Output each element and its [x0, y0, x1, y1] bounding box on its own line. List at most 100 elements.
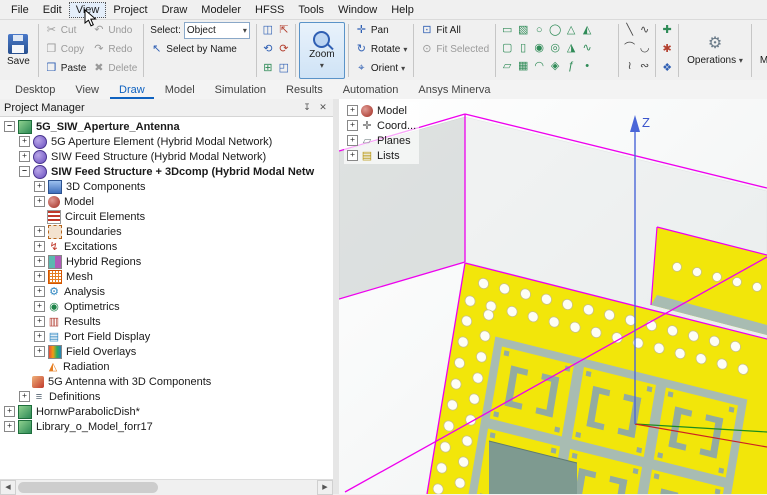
- expand-toggle[interactable]: +: [34, 346, 45, 357]
- expand-toggle[interactable]: +: [34, 196, 45, 207]
- save-button[interactable]: Save: [2, 21, 35, 80]
- expand-toggle[interactable]: +: [19, 136, 30, 147]
- draw-point-button[interactable]: •: [579, 57, 595, 75]
- draw-polyline-button[interactable]: ≀: [622, 57, 637, 75]
- expand-toggle[interactable]: +: [34, 181, 45, 192]
- menu-tools[interactable]: Tools: [291, 2, 331, 18]
- expand-toggle[interactable]: +: [347, 150, 358, 161]
- draw-plane-button[interactable]: ▱: [499, 57, 515, 75]
- operations-button[interactable]: ⚙ Operations ▾: [682, 21, 748, 80]
- draw-circle-button[interactable]: ○: [531, 21, 547, 39]
- paste-button[interactable]: ❒Paste: [42, 59, 90, 78]
- tree-item-3d-components[interactable]: +3D Components: [0, 179, 333, 194]
- draw-line-button[interactable]: ╲: [622, 21, 637, 39]
- expand-toggle[interactable]: +: [34, 256, 45, 267]
- menu-project[interactable]: Project: [106, 2, 154, 18]
- tree-item-hornwparabolicdish-[interactable]: +HornwParabolicDish*: [0, 404, 333, 419]
- tree-item-analysis[interactable]: +⚙Analysis: [0, 284, 333, 299]
- tree-item-excitations[interactable]: +↯Excitations: [0, 239, 333, 254]
- expand-toggle[interactable]: +: [347, 135, 358, 146]
- tree-item-siw-feed-structure-3dcomp-hybr[interactable]: −SIW Feed Structure + 3Dcomp (Hybrid Mod…: [0, 164, 333, 179]
- horizontal-scrollbar[interactable]: ◀ ▶: [0, 479, 333, 494]
- tree-item-circuit-elements[interactable]: Circuit Elements: [0, 209, 333, 224]
- tree-item-model[interactable]: +Model: [0, 194, 333, 209]
- draw-polygon-button[interactable]: △: [563, 21, 579, 39]
- draw-sphere-button[interactable]: ◉: [531, 39, 547, 57]
- draw-grid-button[interactable]: ▦: [515, 57, 531, 75]
- menu-draw[interactable]: Draw: [155, 2, 195, 18]
- copy-button[interactable]: ❐Copy: [42, 40, 90, 59]
- ribbon-tab-automation[interactable]: Automation: [334, 82, 408, 99]
- scale-button[interactable]: ◰: [276, 59, 292, 78]
- expand-toggle[interactable]: +: [4, 421, 15, 432]
- unite-button[interactable]: ✚: [659, 21, 675, 40]
- ribbon-tab-view[interactable]: View: [66, 82, 108, 99]
- menu-file[interactable]: File: [4, 2, 36, 18]
- scroll-right-arrow[interactable]: ▶: [317, 480, 333, 495]
- collapse-toggle[interactable]: −: [19, 166, 30, 177]
- expand-toggle[interactable]: +: [4, 406, 15, 417]
- ribbon-tab-simulation[interactable]: Simulation: [206, 82, 275, 99]
- select-mode-dropdown[interactable]: Object ▾: [184, 22, 250, 39]
- expand-toggle[interactable]: +: [34, 226, 45, 237]
- zoom-button[interactable]: Zoom ▾: [299, 22, 345, 79]
- intersect-button[interactable]: ❖: [659, 59, 675, 78]
- scrollbar-track[interactable]: [16, 481, 317, 494]
- draw-equation-curve-button[interactable]: ƒ: [563, 57, 579, 75]
- rotate-button[interactable]: ↻Rotate▾: [352, 40, 410, 59]
- delete-button[interactable]: ✖Delete: [89, 59, 140, 78]
- select-by-name-button[interactable]: ↖ Select by Name: [147, 40, 253, 59]
- expand-toggle[interactable]: +: [34, 301, 45, 312]
- draw-box-button[interactable]: ▧: [515, 21, 531, 39]
- tree-item-coord-[interactable]: +✛Coord...: [347, 118, 416, 133]
- ribbon-tab-desktop[interactable]: Desktop: [6, 82, 64, 99]
- scrollbar-thumb[interactable]: [18, 482, 158, 493]
- close-icon[interactable]: ✕: [317, 102, 329, 113]
- fit-all-button[interactable]: ⊡Fit All: [417, 21, 492, 40]
- ribbon-tab-ansys-minerva[interactable]: Ansys Minerva: [409, 82, 499, 99]
- tree-item-boundaries[interactable]: +Boundaries: [0, 224, 333, 239]
- expand-toggle[interactable]: +: [347, 120, 358, 131]
- tree-item-library-o-model-forr17[interactable]: +Library_o_Model_forr17: [0, 419, 333, 434]
- tree-item-port-field-display[interactable]: +▤Port Field Display: [0, 329, 333, 344]
- tree-item-optimetrics[interactable]: +◉Optimetrics: [0, 299, 333, 314]
- measure-button[interactable]: ⊿ Measure ▾: [755, 21, 767, 80]
- subtract-button[interactable]: ✱: [659, 40, 675, 59]
- tree-item-results[interactable]: +▥Results: [0, 314, 333, 329]
- rotate-ccw-button[interactable]: ⟲: [260, 40, 276, 59]
- ribbon-tab-model[interactable]: Model: [156, 82, 204, 99]
- collapse-toggle[interactable]: −: [4, 121, 15, 132]
- draw-ellipse-button[interactable]: ◯: [547, 21, 563, 39]
- tree-item-lists[interactable]: +▤Lists: [347, 148, 416, 163]
- rotate-cw-button[interactable]: ⟳: [276, 40, 292, 59]
- draw-torus-button[interactable]: ◎: [547, 39, 563, 57]
- ribbon-tab-draw[interactable]: Draw: [110, 82, 154, 99]
- draw-spline-button[interactable]: ∿: [637, 21, 652, 39]
- draw-region-button[interactable]: ◈: [547, 57, 563, 75]
- tree-item-5g-antenna-with-3d-components[interactable]: 5G Antenna with 3D Components: [0, 374, 333, 389]
- align-grid-button[interactable]: ⊞: [260, 59, 276, 78]
- menu-hfss[interactable]: HFSS: [248, 2, 291, 18]
- menu-help[interactable]: Help: [384, 2, 421, 18]
- tree-item-5g-siw-aperture-antenna[interactable]: −5G_SIW_Aperture_Antenna: [0, 119, 333, 134]
- ribbon-tab-results[interactable]: Results: [277, 82, 332, 99]
- draw-cylinder-button[interactable]: ▯: [515, 39, 531, 57]
- draw-helix-button[interactable]: ∿: [579, 39, 595, 57]
- tree-item-field-overlays[interactable]: +Field Overlays: [0, 344, 333, 359]
- tree-item-5g-aperture-element-hybrid-mod[interactable]: +5G Aperture Element (Hybrid Modal Netwo…: [0, 134, 333, 149]
- menu-window[interactable]: Window: [331, 2, 384, 18]
- pan-button[interactable]: ✛Pan: [352, 21, 410, 40]
- expand-toggle[interactable]: +: [34, 316, 45, 327]
- tree-item-model[interactable]: +Model: [347, 103, 416, 118]
- tree-item-radiation[interactable]: ◭Radiation: [0, 359, 333, 374]
- tree-item-hybrid-regions[interactable]: +Hybrid Regions: [0, 254, 333, 269]
- expand-toggle[interactable]: +: [347, 105, 358, 116]
- draw-arc-face-button[interactable]: ◠: [531, 57, 547, 75]
- expand-toggle[interactable]: +: [34, 286, 45, 297]
- expand-toggle[interactable]: +: [34, 271, 45, 282]
- orient-button[interactable]: ⌖Orient▾: [352, 59, 410, 78]
- fit-selected-button[interactable]: ⊙Fit Selected: [417, 40, 492, 59]
- scroll-left-arrow[interactable]: ◀: [0, 480, 16, 495]
- expand-toggle[interactable]: +: [19, 391, 30, 402]
- offset-duplicate-button[interactable]: ⇱: [276, 21, 292, 40]
